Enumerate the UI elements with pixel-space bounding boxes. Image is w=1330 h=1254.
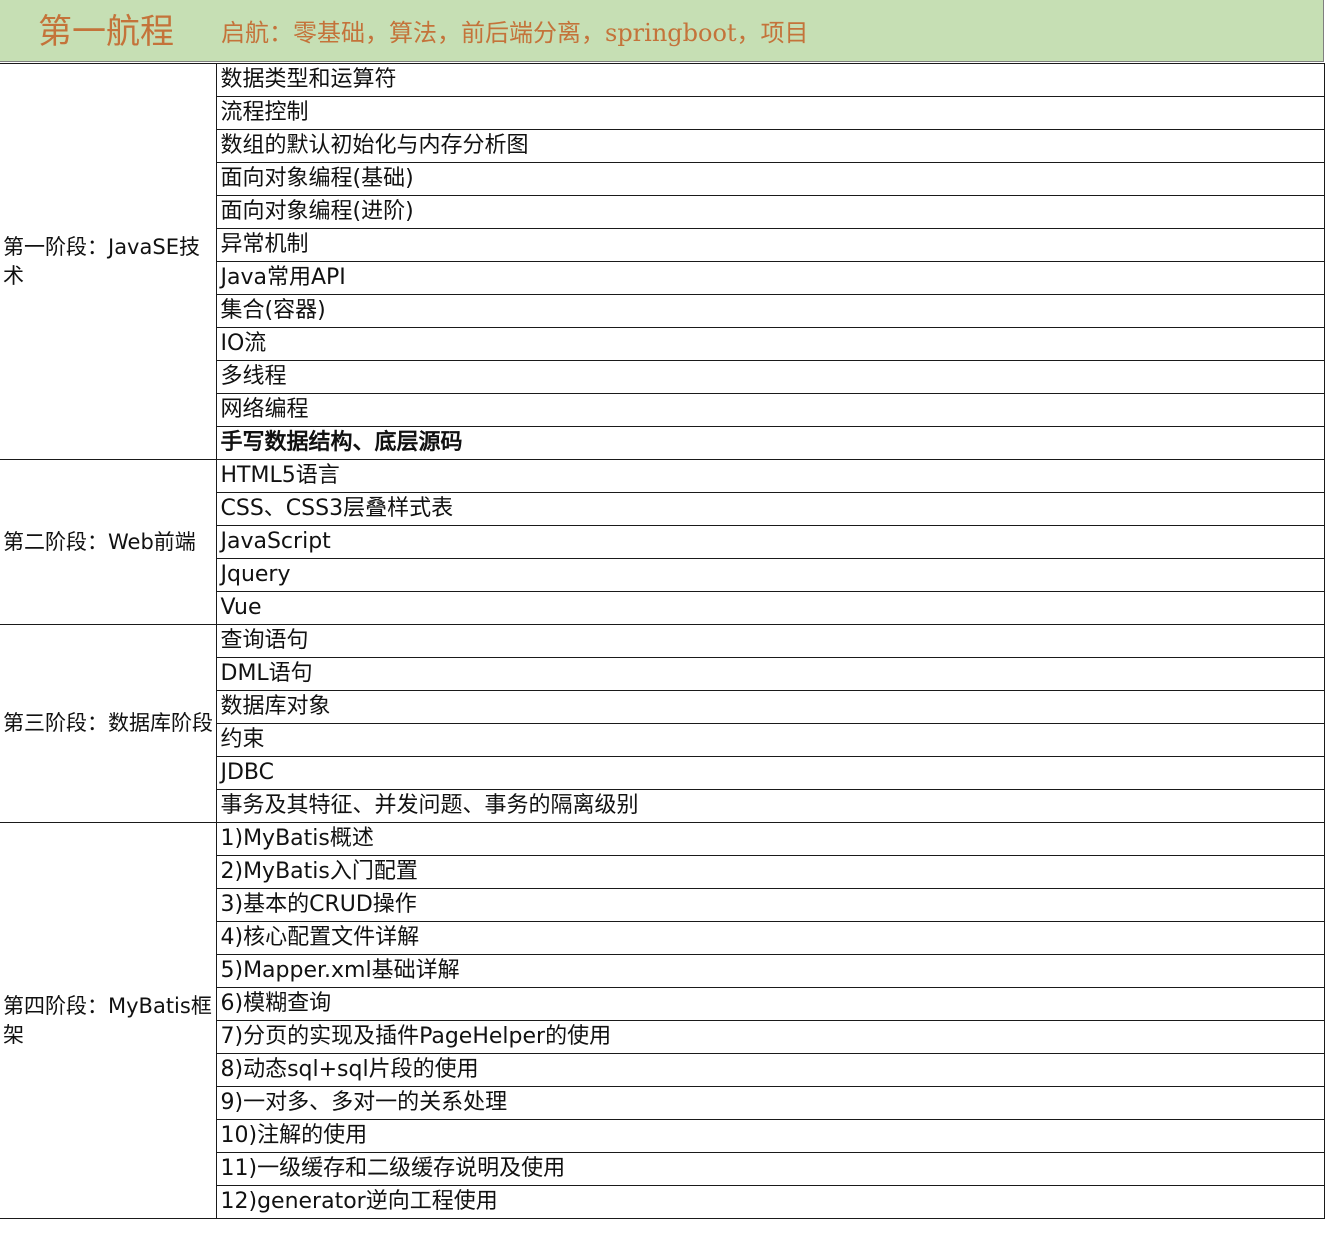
topic-cell: 面向对象编程(基础) [215,162,1325,196]
table-row: 第一阶段：JavaSE技术 数据类型和运算符 [0,63,1325,460]
topic-cell: JavaScript [215,525,1325,559]
stage-label-javase: 第一阶段：JavaSE技术 [0,63,217,460]
topic-cell: Vue [215,591,1325,625]
topic-cell: Jquery [215,558,1325,592]
topic-cell: 1)MyBatis概述 [215,822,1325,856]
topic-cell: 2)MyBatis入门配置 [215,855,1325,889]
stage-label-web: 第二阶段：Web前端 [0,459,217,625]
table-row: 第二阶段：Web前端 HTML5语言 [0,459,1325,625]
topic-cell: CSS、CSS3层叠样式表 [215,492,1325,526]
curriculum-table: 第一阶段：JavaSE技术 数据类型和运算符 流程控制 数组的默认初始化与内存分… [0,63,1325,1219]
topic-cell: 5)Mapper.xml基础详解 [215,954,1325,988]
stage-label-mybatis: 第四阶段：MyBatis框架 [0,822,217,1219]
topic-cell: 数据类型和运算符 [215,63,1325,97]
topic-cell: 10)注解的使用 [215,1119,1325,1153]
topic-cell: 11)一级缓存和二级缓存说明及使用 [215,1152,1325,1186]
topic-cell: DML语句 [215,657,1325,691]
topic-cell: 多线程 [215,360,1325,394]
topic-cell: 12)generator逆向工程使用 [215,1185,1325,1219]
table-row: 第三阶段：数据库阶段 查询语句 [0,624,1325,823]
page-subtitle: 启航：零基础，算法，前后端分离，springboot，项目 [221,19,809,47]
topic-cell: 网络编程 [215,393,1325,427]
topic-cell: 3)基本的CRUD操作 [215,888,1325,922]
topic-cell: 9)一对多、多对一的关系处理 [215,1086,1325,1120]
topic-cell: IO流 [215,327,1325,361]
topic-cell: 4)核心配置文件详解 [215,921,1325,955]
topic-cell: 约束 [215,723,1325,757]
table-row: 第四阶段：MyBatis框架 1)MyBatis概述 [0,822,1325,1219]
topic-cell: 6)模糊查询 [215,987,1325,1021]
topic-cell: 数组的默认初始化与内存分析图 [215,129,1325,163]
topic-cell-highlight: 手写数据结构、底层源码 [215,426,1325,460]
topic-cell: JDBC [215,756,1325,790]
topic-cell: 8)动态sql+sql片段的使用 [215,1053,1325,1087]
topic-cell: 流程控制 [215,96,1325,130]
topic-cell: 面向对象编程(进阶) [215,195,1325,229]
stage-label-database: 第三阶段：数据库阶段 [0,624,217,823]
topic-cell: 异常机制 [215,228,1325,262]
topic-cell: 7)分页的实现及插件PageHelper的使用 [215,1020,1325,1054]
header-banner: 第一航程 启航：零基础，算法，前后端分离，springboot，项目 [0,0,1324,62]
page-title: 第一航程 [38,12,174,52]
topic-cell: 集合(容器) [215,294,1325,328]
topic-cell-highlight: 事务及其特征、并发问题、事务的隔离级别 [215,789,1325,823]
topic-cell: 数据库对象 [215,690,1325,724]
topic-cell: 查询语句 [215,624,1325,658]
topic-cell: Java常用API [215,261,1325,295]
topic-cell: HTML5语言 [215,459,1325,493]
